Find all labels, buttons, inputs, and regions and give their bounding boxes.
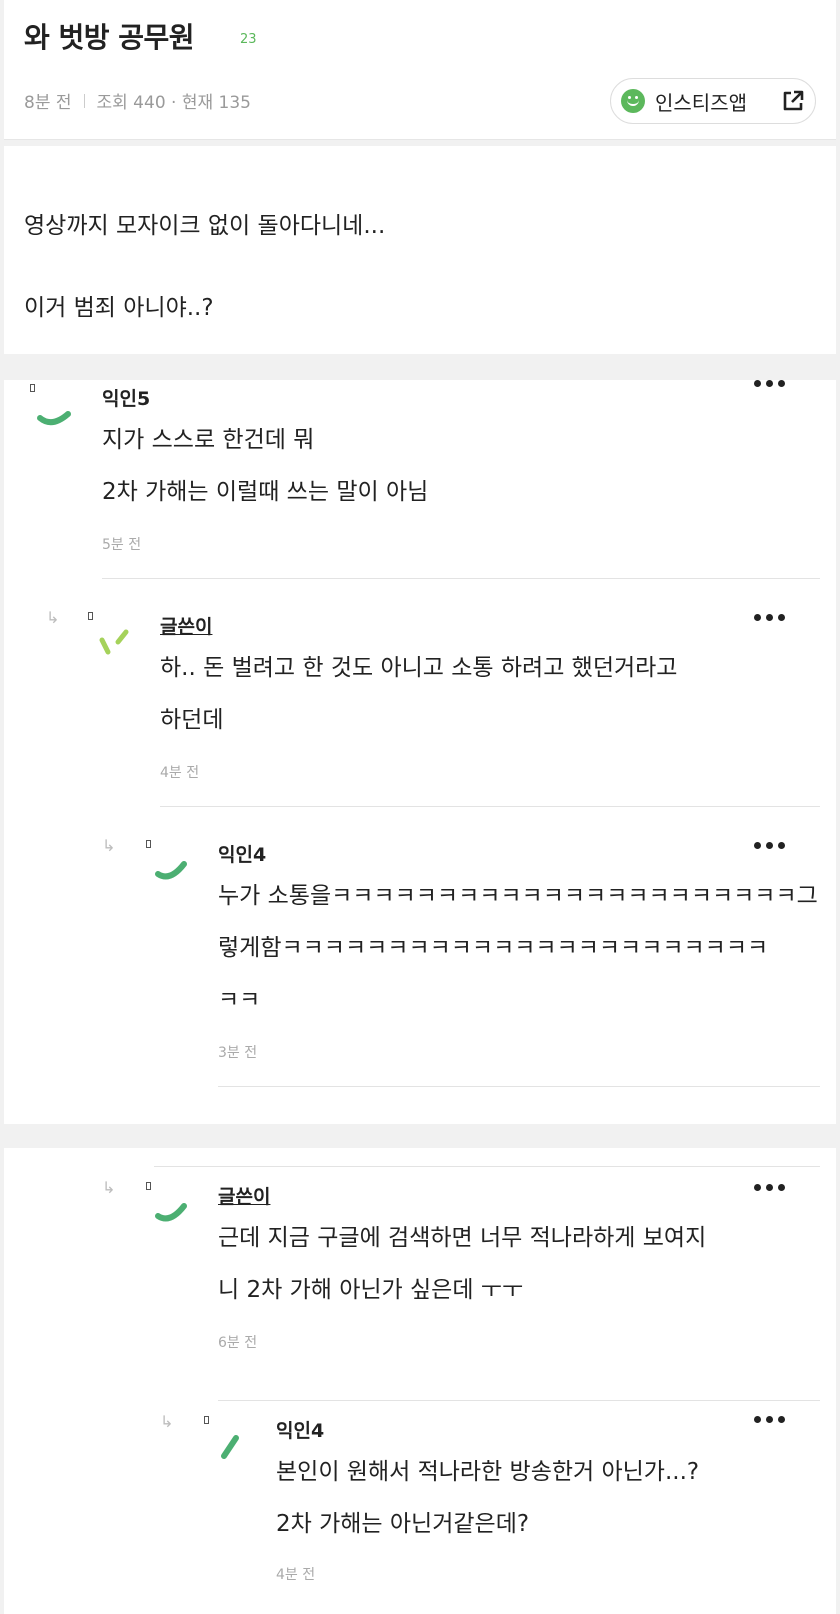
comment-time: 6분 전 [218, 1335, 258, 1351]
more-dots-icon[interactable] [754, 1184, 785, 1191]
comment: ↳ 글쓴이 하.. 돈 벌려고 한 것도 아니고 소통 하려고 했던거라고 하던… [4, 598, 836, 828]
reply-arrow-icon: ↳ [102, 1178, 116, 1197]
divider [160, 806, 820, 807]
reply-arrow-icon: ↳ [46, 608, 60, 627]
avatar [155, 1203, 187, 1222]
comment-text: 누가 소통을ㅋㅋㅋㅋㅋㅋㅋㅋㅋㅋㅋㅋㅋㅋㅋㅋㅋㅋㅋㅋㅋㅋ그 [218, 883, 818, 909]
comment-text: 2차 가해는 아닌거같은데? [276, 1511, 530, 1537]
comment-count[interactable]: 23 [240, 32, 257, 47]
comment-text: 하.. 돈 벌려고 한 것도 아니고 소통 하려고 했던거라고 [160, 655, 678, 681]
comment-text: 지가 스스로 한건데 뭐 [102, 427, 315, 453]
comment-time: 3분 전 [218, 1045, 258, 1061]
more-dots-icon[interactable] [754, 380, 785, 387]
comment-text: ㅋㅋ [218, 987, 261, 1013]
more-dots-icon[interactable] [754, 614, 785, 621]
comment-time: 4분 전 [276, 1567, 316, 1583]
comment: 익인5 지가 스스로 한건데 뭐 2차 가해는 이럴때 쓰는 말이 아님 5분 … [4, 380, 836, 580]
comment: ↳ 익인4 누가 소통을ㅋㅋㅋㅋㅋㅋㅋㅋㅋㅋㅋㅋㅋㅋㅋㅋㅋㅋㅋㅋㅋㅋ그 렇게함ㅋ… [4, 824, 836, 1124]
post-meta: 8분 전 조회 440 · 현재 135 [24, 88, 251, 113]
avatar [99, 629, 129, 655]
more-dots-icon[interactable] [754, 842, 785, 849]
profile-badge-icon [30, 384, 35, 392]
post-title: 와 벗방 공무원 [24, 21, 195, 54]
comment-list: ↳ 글쓴이 근데 지금 구글에 검색하면 너무 적나라하게 보여지 니 2차 가… [4, 1148, 836, 1614]
comment-time: 5분 전 [102, 537, 142, 553]
post-header: 와 벗방 공무원 23 8분 전 조회 440 · 현재 135 인스티즈앱 [4, 0, 836, 140]
profile-badge-icon [146, 1182, 151, 1190]
comment-author[interactable]: 익인4 [276, 1416, 324, 1443]
avatar [37, 411, 71, 426]
comment: ↳ 글쓴이 근데 지금 구글에 검색하면 너무 적나라하게 보여지 니 2차 가… [4, 1148, 836, 1401]
comment-author[interactable]: 익인4 [218, 840, 266, 867]
comment: ↳ 익인4 본인이 원해서 적나라한 방송한거 아닌가...? 2차 가해는 아… [4, 1378, 836, 1614]
avatar [221, 1435, 239, 1459]
comment-time: 4분 전 [160, 765, 200, 781]
avatar [155, 861, 187, 880]
open-app-label: 인스티즈앱 [655, 90, 747, 115]
comment-text: 니 2차 가해 아닌가 싶은데 ㅜㅜ [218, 1277, 524, 1303]
comment-author-op[interactable]: 글쓴이 [218, 1182, 270, 1209]
comment-text: 렇게함ㅋㅋㅋㅋㅋㅋㅋㅋㅋㅋㅋㅋㅋㅋㅋㅋㅋㅋㅋㅋㅋㅋㅋ [218, 935, 769, 961]
profile-badge-icon [204, 1416, 209, 1424]
comment-author-op[interactable]: 글쓴이 [160, 612, 212, 639]
comment-text: 근데 지금 구글에 검색하면 너무 적나라하게 보여지 [218, 1225, 707, 1251]
post-views: 조회 440 · 현재 135 [96, 93, 251, 113]
post-body-line: 영상까지 모자이크 없이 돌아다니네... [24, 213, 386, 239]
profile-badge-icon [88, 612, 93, 620]
post-time: 8분 전 [24, 93, 72, 113]
comment-text: 2차 가해는 이럴때 쓰는 말이 아님 [102, 479, 429, 505]
smile-icon [621, 89, 645, 113]
reply-arrow-icon: ↳ [160, 1412, 174, 1431]
meta-divider [83, 93, 85, 108]
profile-badge-icon [146, 840, 151, 848]
comment-text: 본인이 원해서 적나라한 방송한거 아닌가...? [276, 1459, 700, 1485]
reply-arrow-icon: ↳ [102, 836, 116, 855]
open-app-button[interactable]: 인스티즈앱 [610, 78, 816, 124]
external-link-icon [783, 90, 804, 111]
divider [102, 578, 820, 579]
divider [218, 1086, 820, 1087]
comment-list: 익인5 지가 스스로 한건데 뭐 2차 가해는 이럴때 쓰는 말이 아님 5분 … [4, 380, 836, 1124]
more-dots-icon[interactable] [754, 1416, 785, 1423]
comment-text: 하던데 [160, 707, 224, 733]
post-body: 영상까지 모자이크 없이 돌아다니네... 이거 범죄 아니야..? [4, 146, 836, 354]
post-body-line: 이거 범죄 아니야..? [24, 295, 214, 321]
comment-author[interactable]: 익인5 [102, 384, 150, 411]
